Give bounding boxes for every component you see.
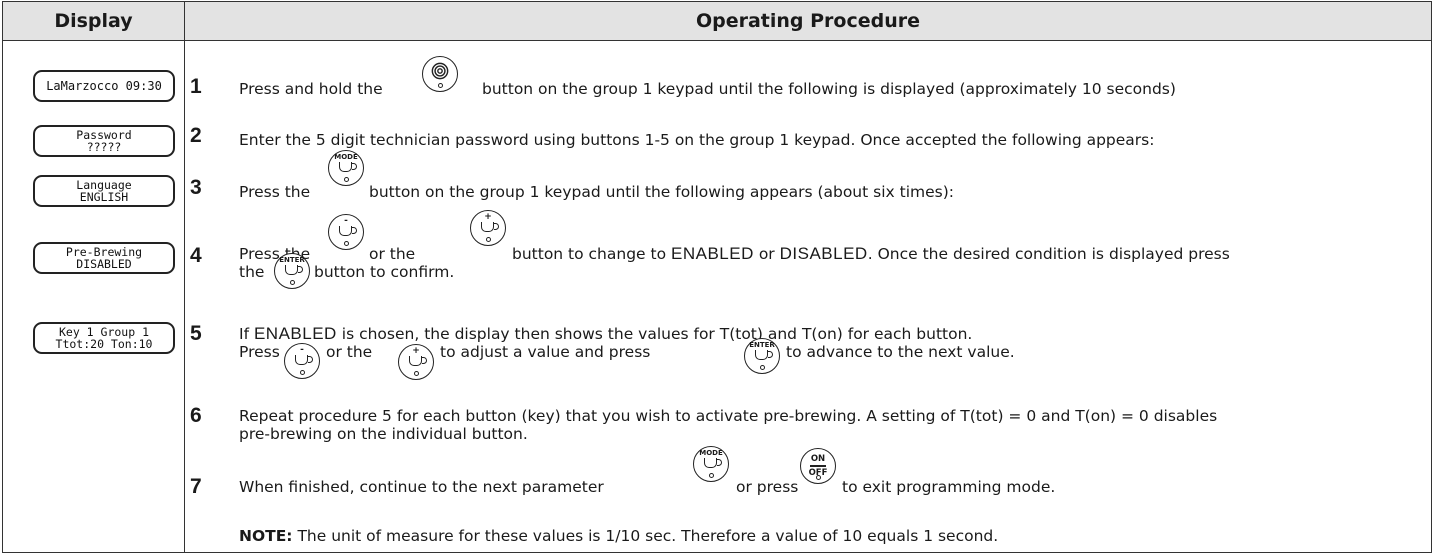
step3-text-b: button on the group 1 keypad until the f… <box>369 183 954 201</box>
step-number: 4 <box>190 244 202 267</box>
cup-icon <box>295 355 313 365</box>
mode-button-icon: MODE <box>693 446 729 482</box>
procedure-column-header: Operating Procedure <box>185 2 1431 41</box>
cup-icon <box>339 226 357 236</box>
step-number: 6 <box>190 404 202 427</box>
indicator-dot <box>344 241 349 246</box>
step4-text-f: button to confirm. <box>314 263 455 281</box>
lcd-line: DISABLED <box>76 257 132 271</box>
indicator-dot <box>438 83 443 88</box>
step3-text-a: Press the <box>239 183 311 201</box>
step4-text-b: or the <box>369 245 416 263</box>
lcd-display-step1: LaMarzocco 09:30 <box>33 70 175 102</box>
plus-button-icon: + <box>470 210 506 246</box>
step6-line1: Repeat procedure 5 for each button (key)… <box>239 407 1218 425</box>
step4-change-to: button to change to <box>512 245 667 263</box>
note-body: The unit of measure for these values is … <box>297 527 999 545</box>
indicator-dot <box>414 371 419 376</box>
indicator-dot <box>709 473 714 478</box>
lcd-display-step5: Key 1 Group 1 Ttot:20 Ton:10 <box>33 322 175 354</box>
cup-icon <box>339 162 357 172</box>
minus-label: - <box>344 216 348 226</box>
lcd-line: ????? <box>86 140 122 154</box>
display-column-header: Display <box>3 2 185 41</box>
if-text: If <box>239 325 250 343</box>
cup-icon <box>704 458 722 468</box>
enter-button-icon: ENTER <box>744 338 780 374</box>
cup-icon <box>409 356 427 366</box>
cup-icon <box>755 350 773 360</box>
enter-label: ENTER <box>749 341 775 349</box>
step-number: 7 <box>190 475 202 498</box>
indicator-dot <box>816 475 821 480</box>
lcd-display-step2: Password ????? <box>33 125 175 157</box>
on-off-button-icon: ON OFF <box>800 448 836 484</box>
step-number: 2 <box>190 124 202 147</box>
indicator-dot <box>344 177 349 182</box>
step4-text-c: button to change to ENABLED or DISABLED.… <box>512 244 1230 264</box>
step5-text-c: Press <box>239 343 280 361</box>
step5-line1: If ENABLED is chosen, the display then s… <box>239 324 973 344</box>
step-number: 3 <box>190 176 202 199</box>
step4-press-text: . Once the desired condition is displaye… <box>867 245 1230 263</box>
indicator-dot <box>290 280 295 285</box>
enter-label: ENTER <box>279 256 305 264</box>
step5-text-d: or the <box>326 343 373 361</box>
indicator-dot <box>760 365 765 370</box>
enabled-value: ENABLED <box>253 324 337 343</box>
lcd-display-step4: Pre-Brewing DISABLED <box>33 242 175 274</box>
note-label: NOTE: <box>239 527 293 545</box>
lcd-display-step3: Language ENGLISH <box>33 175 175 207</box>
indicator-dot <box>300 370 305 375</box>
minus-button-icon: - <box>328 214 364 250</box>
swirl-icon <box>431 62 449 80</box>
step-number: 1 <box>190 75 202 98</box>
plus-label: + <box>484 212 492 222</box>
minus-label: - <box>300 345 304 355</box>
disabled-value: DISABLED <box>779 244 868 263</box>
lcd-line: Ttot:20 Ton:10 <box>55 337 153 351</box>
lcd-line: ENGLISH <box>79 190 129 204</box>
or-text: or <box>758 245 775 263</box>
plus-label: + <box>412 346 420 356</box>
mode-label: MODE <box>334 153 358 161</box>
on-label: ON <box>810 454 826 464</box>
lcd-line: LaMarzocco 09:30 <box>46 79 162 93</box>
step5-text-e: to adjust a value and press <box>440 343 651 361</box>
plus-button-icon: + <box>398 344 434 380</box>
step4-text-e: the <box>239 263 265 281</box>
step5-desc: is chosen, the display then shows the va… <box>341 325 973 343</box>
step7-text-a: When finished, continue to the next para… <box>239 478 604 496</box>
divider-bar <box>810 465 826 467</box>
mode-label: MODE <box>699 449 723 457</box>
enabled-value: ENABLED <box>671 244 754 263</box>
on-off-label: ON OFF <box>801 454 835 478</box>
minus-button-icon: - <box>284 343 320 379</box>
indicator-dot <box>486 237 491 242</box>
step1-text-a: Press and hold the <box>239 80 383 98</box>
step7-text-c: to exit programming mode. <box>842 478 1056 496</box>
group-button-icon <box>422 56 458 92</box>
cup-icon <box>285 265 303 275</box>
step5-text-f: to advance to the next value. <box>786 343 1015 361</box>
step-number: 5 <box>190 322 202 345</box>
enter-button-icon: ENTER <box>274 253 310 289</box>
step7-text-b: or press <box>736 478 799 496</box>
cup-icon <box>481 222 499 232</box>
step1-text-b: button on the group 1 keypad until the f… <box>482 80 1176 98</box>
mode-button-icon: MODE <box>328 150 364 186</box>
note-text: NOTE: The unit of measure for these valu… <box>239 527 998 545</box>
step2-text: Enter the 5 digit technician password us… <box>239 131 1155 149</box>
step6-line2: pre-brewing on the individual button. <box>239 425 528 443</box>
column-divider <box>184 40 185 552</box>
